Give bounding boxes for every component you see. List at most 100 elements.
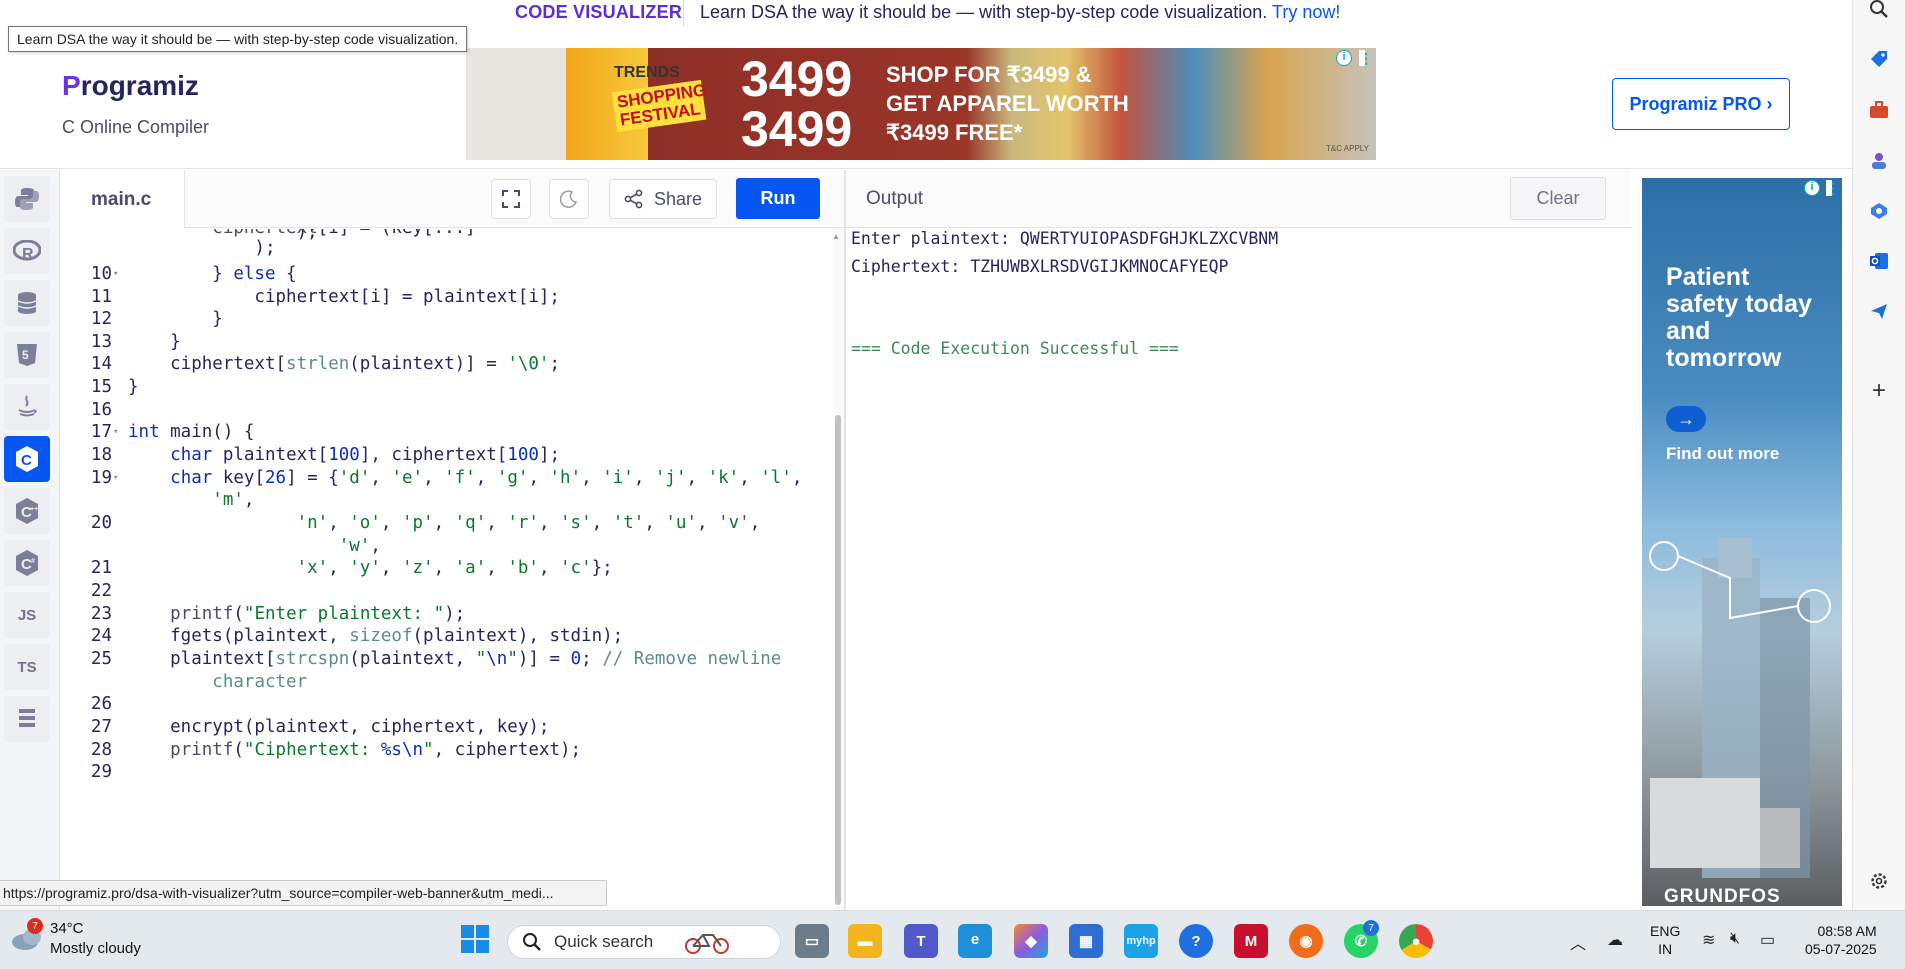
line-number: 26 xyxy=(90,694,112,714)
output-line: Enter plaintext: QWERTYUIOPASDFGHJKLZXCV… xyxy=(851,229,1279,248)
ad-more-icon[interactable]: ⋮ xyxy=(1359,50,1373,66)
input-language[interactable]: ENG IN xyxy=(1650,922,1680,958)
scroll-up-arrow-icon[interactable]: ▲ xyxy=(832,232,840,241)
myhp-icon[interactable]: myhp xyxy=(1124,924,1158,958)
code-line: int main() { xyxy=(128,422,255,442)
line-number: 28 xyxy=(90,740,112,760)
taskbar-search[interactable]: Quick search xyxy=(507,925,781,959)
fullscreen-button[interactable] xyxy=(491,179,531,219)
chrome-icon[interactable]: ● xyxy=(1399,924,1433,958)
c-language-icon-selected[interactable]: C xyxy=(4,436,50,482)
microsoft-store-icon[interactable]: ▦ xyxy=(1069,924,1103,958)
line-number: 24 xyxy=(90,626,112,646)
onedrive-icon[interactable]: ☁ xyxy=(1607,930,1623,950)
promo-divider xyxy=(683,0,684,26)
games-icon[interactable] xyxy=(1868,150,1890,172)
code-line: 'n', 'o', 'p', 'q', 'r', 's', 't', 'u', … xyxy=(296,513,761,533)
mcafee-icon[interactable]: M xyxy=(1234,924,1268,958)
side-ad-cta[interactable]: Find out more xyxy=(1666,444,1779,464)
csharp-language-icon[interactable]: C # xyxy=(4,540,50,586)
ad-info-icon[interactable]: i xyxy=(1336,50,1352,66)
speaker-muted-icon[interactable]: 🔇︎ xyxy=(1730,930,1740,948)
add-icon[interactable]: + xyxy=(1868,377,1890,404)
svg-text:C: C xyxy=(21,452,32,469)
dark-mode-button[interactable] xyxy=(549,179,589,219)
moon-icon xyxy=(560,190,578,208)
shopping-tag-icon[interactable] xyxy=(1868,48,1890,70)
r-language-icon[interactable]: R xyxy=(4,228,50,274)
code-line: char plaintext[100], ciphertext[100]; xyxy=(170,445,561,465)
promo-banner[interactable]: CODE VISUALIZER Learn DSA the way it sho… xyxy=(0,0,1852,26)
help-icon[interactable]: ? xyxy=(1179,924,1213,958)
ad-price: 3499 xyxy=(741,51,853,107)
copilot-app-icon[interactable]: ◆ xyxy=(1014,924,1048,958)
lang-line1: ENG xyxy=(1650,923,1681,939)
line-number: 25 xyxy=(90,649,112,669)
promo-brand: CODE VISUALIZER xyxy=(515,2,683,22)
wifi-icon[interactable]: ≋ xyxy=(1702,930,1715,950)
arrow-right-icon[interactable]: → xyxy=(1666,406,1706,432)
code-editor[interactable]: ciphertext[i] = (key[...] ); ); } else {… xyxy=(60,229,834,910)
ad-more-icon[interactable]: ⋮ xyxy=(1826,180,1840,196)
task-view-icon[interactable]: ▭ xyxy=(795,924,829,958)
html5-icon[interactable]: 5 xyxy=(4,332,50,378)
clear-button[interactable]: Clear xyxy=(1510,177,1606,220)
sql-database-icon[interactable] xyxy=(4,280,50,326)
file-explorer-icon[interactable]: ▬ xyxy=(848,924,882,958)
bicycle-icon xyxy=(685,934,730,954)
promo-try-now-link[interactable]: Try now! xyxy=(1272,2,1340,22)
programiz-logo[interactable]: Programiz xyxy=(62,70,199,102)
fold-arrow-icon[interactable]: ▾ xyxy=(113,427,118,437)
fold-arrow-icon[interactable]: ▾ xyxy=(113,269,118,279)
fullscreen-icon xyxy=(502,190,520,208)
logo-p: P xyxy=(62,70,81,101)
file-tab-main-c[interactable]: main.c xyxy=(60,170,185,229)
code-line: ciphertext[i] = plaintext[i]; xyxy=(128,287,560,307)
pane-divider[interactable] xyxy=(844,170,846,910)
battery-icon[interactable]: ▭ xyxy=(1760,930,1775,950)
programiz-pro-button[interactable]: Programiz PRO › xyxy=(1612,78,1790,130)
output-success-line: === Code Execution Successful === xyxy=(851,339,1179,358)
share-button[interactable]: Share xyxy=(609,179,717,219)
cpp-language-icon[interactable]: C ++ xyxy=(4,488,50,534)
python-language-icon[interactable] xyxy=(4,176,50,222)
lang-line2: IN xyxy=(1658,941,1673,957)
toolbox-icon[interactable] xyxy=(1868,99,1890,121)
java-icon[interactable] xyxy=(4,384,50,430)
javascript-language-icon[interactable]: JS xyxy=(4,592,50,638)
clock-time: 08:58 AM xyxy=(1817,923,1877,939)
code-line: printf("Enter plaintext: "); xyxy=(170,604,466,624)
send-icon[interactable] xyxy=(1868,300,1890,322)
ad-info-icon[interactable]: i xyxy=(1804,180,1820,196)
line-number: 22 xyxy=(90,581,112,601)
teams-icon[interactable]: T xyxy=(904,924,938,958)
copilot-icon[interactable] xyxy=(1868,200,1890,222)
typescript-language-icon[interactable]: TS xyxy=(4,644,50,690)
go-language-icon[interactable] xyxy=(4,696,50,742)
editor-scrollbar-thumb[interactable] xyxy=(835,415,841,905)
run-button[interactable]: Run xyxy=(736,178,820,219)
whatsapp-badge: 7 xyxy=(1363,920,1379,936)
line-number: 14 xyxy=(90,354,112,374)
side-ad[interactable]: i ⋮ Patient safety today and tomorrow → … xyxy=(1642,178,1842,906)
top-ad-banner[interactable]: TRENDS SHOPPING FESTIVAL 3499 3499 SHOP … xyxy=(466,48,1376,160)
ad-offer-text: SHOP FOR ₹3499 & GET APPAREL WORTH ₹3499… xyxy=(886,62,1129,145)
search-icon[interactable] xyxy=(1868,0,1890,20)
settings-gear-icon[interactable] xyxy=(1868,870,1890,892)
side-ad-headline: Patient safety today and tomorrow xyxy=(1666,263,1812,372)
outlook-icon[interactable] xyxy=(1868,250,1890,272)
code-line: ); xyxy=(128,229,318,242)
taskbar-clock[interactable]: 08:58 AM 05-07-2025 xyxy=(1805,922,1877,958)
clock-date: 05-07-2025 xyxy=(1805,941,1877,957)
line-number: 19 xyxy=(90,468,112,488)
edge-browser-icon[interactable]: e xyxy=(958,924,992,958)
chevron-up-icon[interactable]: ︿ xyxy=(1570,930,1586,954)
firefox-icon[interactable]: ◉ xyxy=(1289,924,1323,958)
line-number: 23 xyxy=(90,604,112,624)
browser-sidebar: + xyxy=(1852,0,1905,910)
side-ad-building-illustration xyxy=(1649,538,1831,878)
fold-arrow-icon[interactable]: ▾ xyxy=(113,473,118,483)
code-line: plaintext[strcspn(plaintext, "\n")] = 0;… xyxy=(128,649,782,669)
windows-start-icon[interactable] xyxy=(460,924,492,956)
